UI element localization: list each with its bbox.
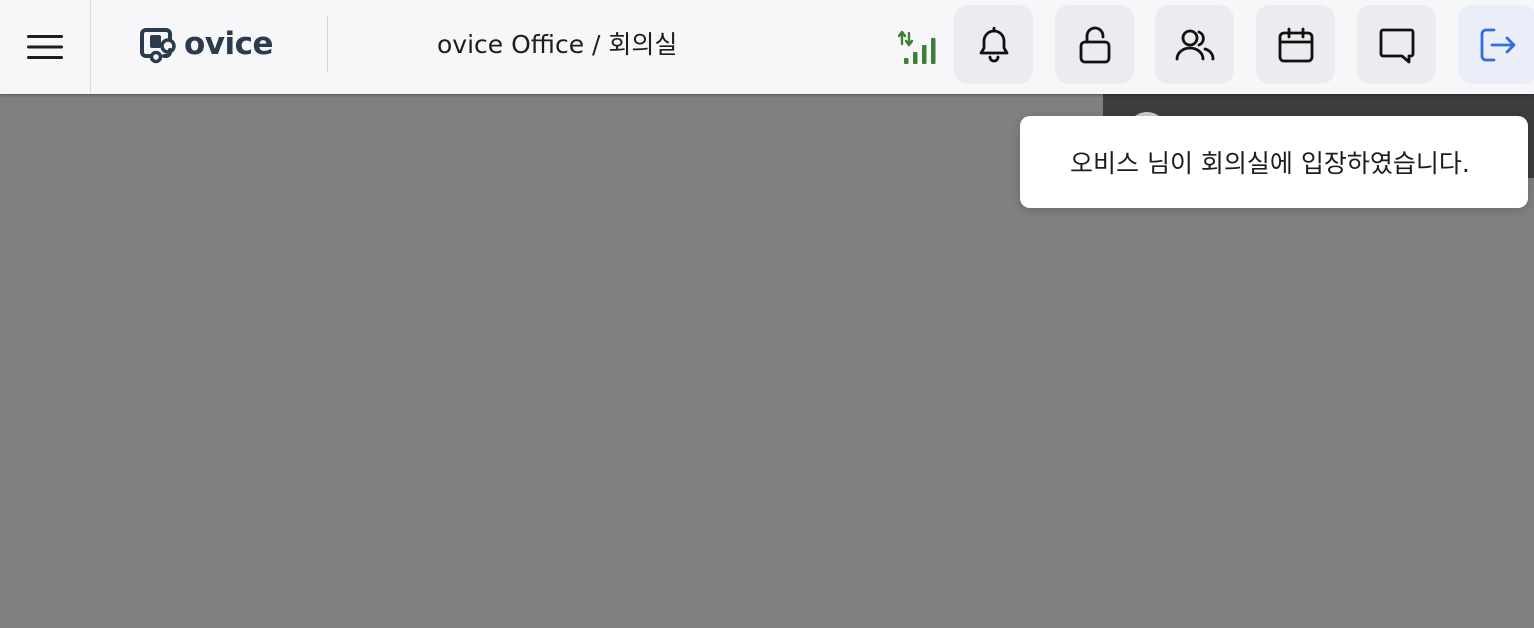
calendar-button[interactable] <box>1256 5 1335 84</box>
room-lock-button[interactable] <box>1055 5 1134 84</box>
unlock-icon <box>1079 26 1110 63</box>
logout-icon <box>1480 28 1515 61</box>
users-icon <box>1175 29 1214 60</box>
hamburger-menu-icon <box>27 35 63 59</box>
members-button[interactable] <box>1155 5 1234 84</box>
toast-message: 오비스 님이 회의실에 입장하였습니다. <box>1070 149 1470 178</box>
menu-button[interactable] <box>0 0 91 94</box>
space-title: ovice Office / 회의실 <box>437 30 678 59</box>
header-divider <box>327 16 328 72</box>
bell-icon <box>979 26 1008 62</box>
entry-toast: 오비스 님이 회의실에 입장하였습니다. <box>1020 116 1528 208</box>
top-header: ovice ovice Office / 회의실 <box>0 0 1534 94</box>
notifications-button[interactable] <box>954 5 1033 84</box>
chat-button[interactable] <box>1357 5 1436 84</box>
exit-space-button[interactable] <box>1458 5 1534 84</box>
logo-text: ovice <box>184 25 274 62</box>
ovice-logo[interactable]: ovice <box>140 22 274 66</box>
ovice-logo-icon <box>140 28 176 64</box>
network-status[interactable] <box>897 30 942 66</box>
calendar-icon <box>1278 27 1313 62</box>
chat-bubble-icon <box>1379 28 1414 63</box>
network-signal-icon <box>897 30 936 64</box>
